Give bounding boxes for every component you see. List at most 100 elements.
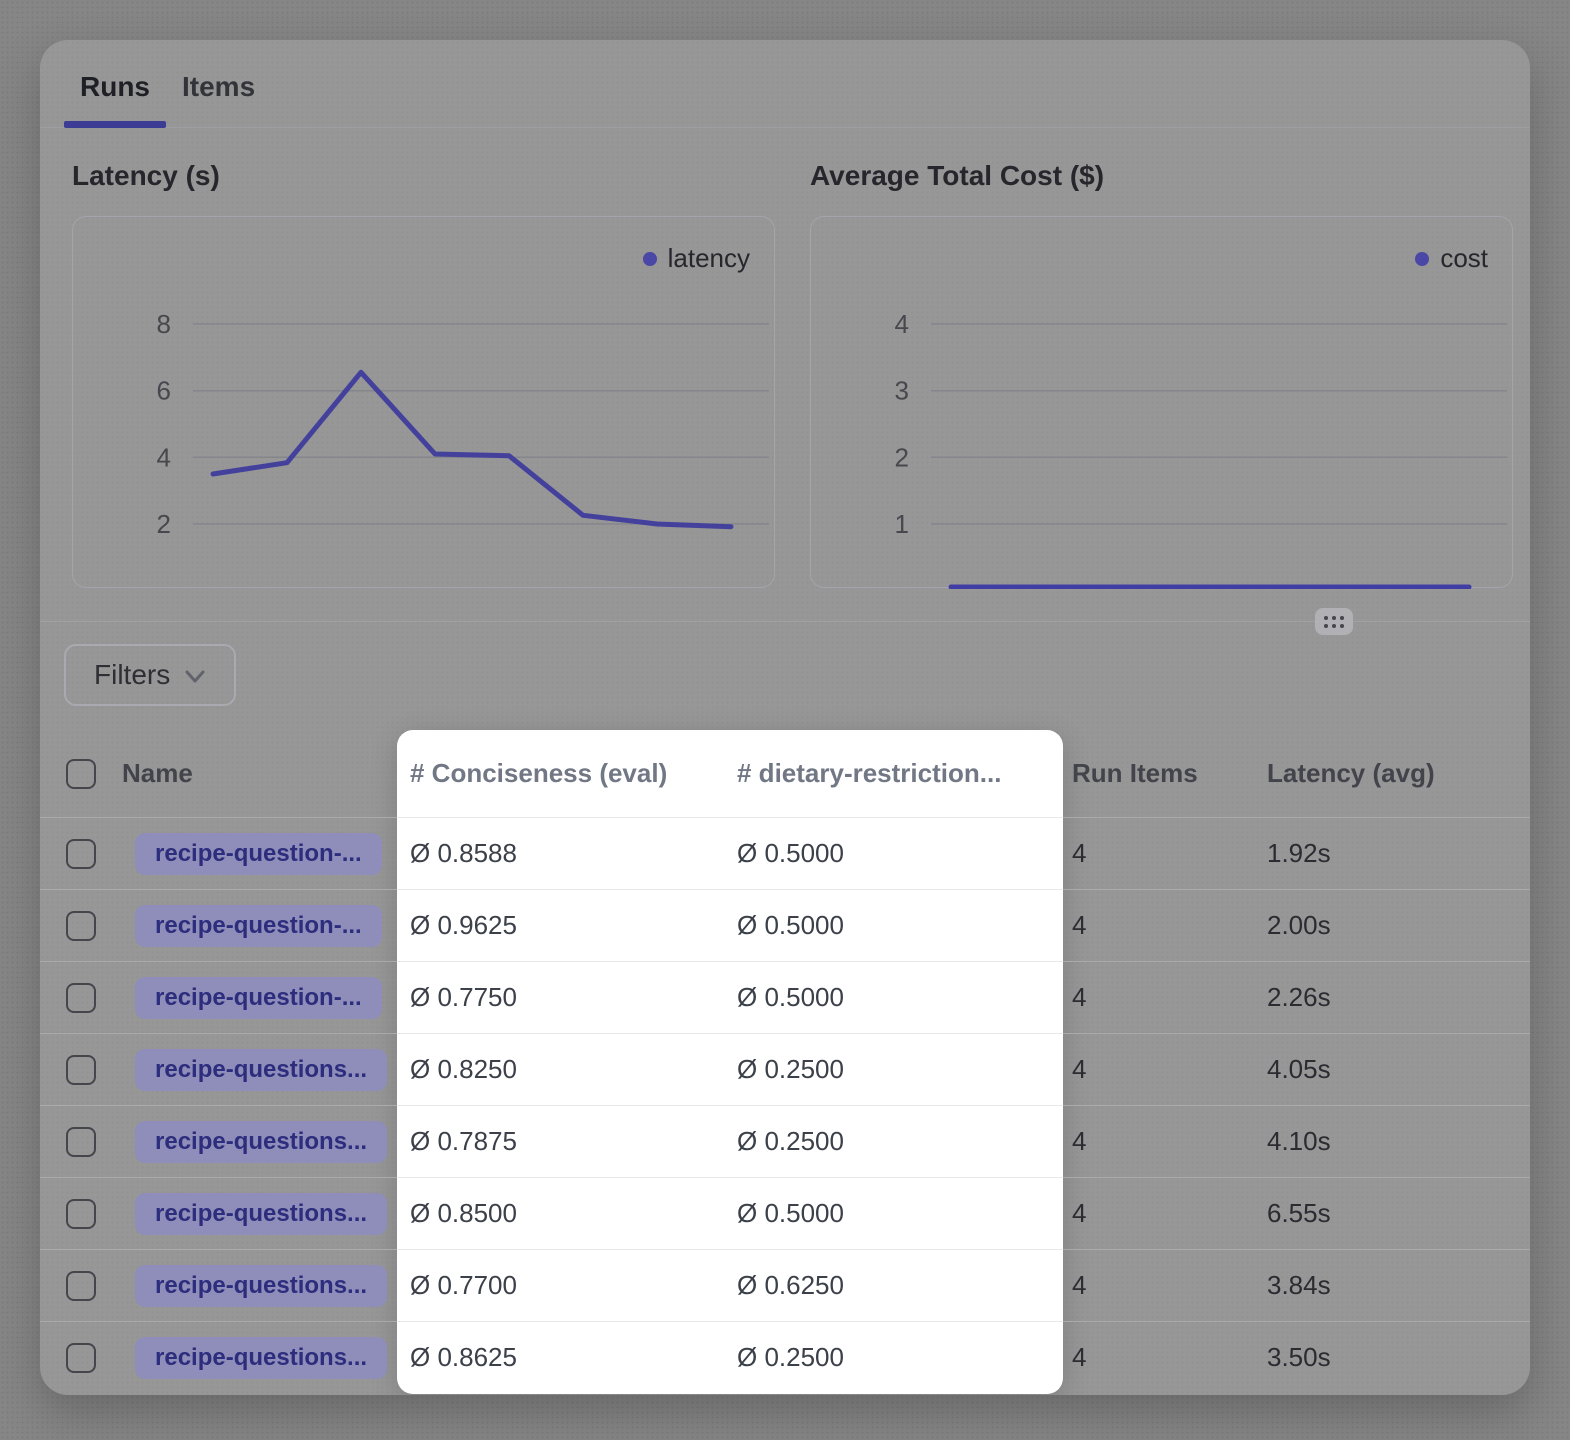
tab-items-label: Items <box>182 71 255 102</box>
svg-text:4: 4 <box>157 442 171 472</box>
row-checkbox[interactable] <box>66 983 96 1013</box>
cost-chart: 4 3 2 1 cost <box>810 216 1513 588</box>
dietary-restriction-value: Ø 0.5000 <box>731 962 1063 1034</box>
dietary-restriction-value: Ø 0.2500 <box>731 1322 1063 1394</box>
latency-avg-value: 1.92s <box>1260 818 1530 890</box>
runs-table: Name # Conciseness (eval) # dietary-rest… <box>40 730 1530 1394</box>
filters-section: Filters <box>40 621 1530 730</box>
svg-text:3: 3 <box>895 376 909 406</box>
header-conciseness: # Conciseness (eval) <box>397 730 731 818</box>
run-items-value: 4 <box>1063 1178 1260 1250</box>
row-checkbox[interactable] <box>66 1271 96 1301</box>
table-row[interactable]: recipe-question-... Ø 0.9625 Ø 0.5000 4 … <box>40 890 1530 962</box>
run-name-badge[interactable]: recipe-questions... <box>135 1265 387 1307</box>
tab-items[interactable]: Items <box>166 71 271 127</box>
latency-chart: 8 6 4 2 latency <box>72 216 775 588</box>
row-checkbox[interactable] <box>66 1343 96 1373</box>
cost-line-chart: 4 3 2 1 <box>811 217 1514 589</box>
table-row[interactable]: recipe-question-... Ø 0.8588 Ø 0.5000 4 … <box>40 818 1530 890</box>
header-name: Name <box>122 730 397 818</box>
latency-avg-value: 3.84s <box>1260 1250 1530 1322</box>
run-items-value: 4 <box>1063 1322 1260 1394</box>
tab-runs[interactable]: Runs <box>64 71 166 127</box>
header-dietary-restriction: # dietary-restriction... <box>731 730 1063 818</box>
table-row[interactable]: recipe-questions... Ø 0.7875 Ø 0.2500 4 … <box>40 1106 1530 1178</box>
run-name-badge[interactable]: recipe-question-... <box>135 977 382 1019</box>
cost-legend: cost <box>1415 243 1488 274</box>
latency-chart-title: Latency (s) <box>72 160 775 192</box>
conciseness-value: Ø 0.8500 <box>397 1178 731 1250</box>
svg-text:1: 1 <box>895 509 909 539</box>
tab-runs-label: Runs <box>80 71 150 102</box>
dietary-restriction-value: Ø 0.5000 <box>731 818 1063 890</box>
run-items-value: 4 <box>1063 1034 1260 1106</box>
cost-legend-dot-icon <box>1415 252 1429 266</box>
filters-button-label: Filters <box>94 659 170 691</box>
header-checkbox-cell <box>40 730 122 818</box>
latency-avg-value: 2.26s <box>1260 962 1530 1034</box>
run-items-value: 4 <box>1063 1250 1260 1322</box>
table-row[interactable]: recipe-questions... Ø 0.7700 Ø 0.6250 4 … <box>40 1250 1530 1322</box>
svg-text:8: 8 <box>157 309 171 339</box>
latency-legend-label: latency <box>668 243 750 274</box>
run-items-value: 4 <box>1063 818 1260 890</box>
header-run-items: Run Items <box>1063 730 1260 818</box>
table-row[interactable]: recipe-questions... Ø 0.8250 Ø 0.2500 4 … <box>40 1034 1530 1106</box>
active-tab-underline <box>64 121 166 128</box>
dietary-restriction-value: Ø 0.6250 <box>731 1250 1063 1322</box>
run-items-value: 4 <box>1063 962 1260 1034</box>
tabs-bar: Runs Items <box>40 40 1530 128</box>
run-items-value: 4 <box>1063 1106 1260 1178</box>
svg-text:2: 2 <box>157 509 171 539</box>
dietary-restriction-value: Ø 0.2500 <box>731 1034 1063 1106</box>
header-latency-avg: Latency (avg) <box>1260 730 1530 818</box>
dietary-restriction-value: Ø 0.5000 <box>731 890 1063 962</box>
run-name-badge[interactable]: recipe-questions... <box>135 1121 387 1163</box>
latency-avg-value: 3.50s <box>1260 1322 1530 1394</box>
table-row[interactable]: recipe-question-... Ø 0.7750 Ø 0.5000 4 … <box>40 962 1530 1034</box>
dietary-restriction-value: Ø 0.2500 <box>731 1106 1063 1178</box>
run-items-value: 4 <box>1063 890 1260 962</box>
svg-text:4: 4 <box>895 309 909 339</box>
latency-legend: latency <box>643 243 750 274</box>
chevron-down-icon <box>184 669 206 685</box>
cost-chart-title: Average Total Cost ($) <box>810 160 1513 192</box>
cost-chart-block: Average Total Cost ($) 4 3 2 1 cost <box>810 128 1513 621</box>
row-checkbox[interactable] <box>66 1055 96 1085</box>
row-checkbox[interactable] <box>66 1127 96 1157</box>
conciseness-value: Ø 0.7875 <box>397 1106 731 1178</box>
latency-chart-block: Latency (s) 8 6 4 2 latency <box>72 128 775 621</box>
run-name-badge[interactable]: recipe-questions... <box>135 1193 387 1235</box>
dietary-restriction-value: Ø 0.5000 <box>731 1178 1063 1250</box>
drag-handle-icon[interactable] <box>1315 608 1353 635</box>
conciseness-value: Ø 0.7700 <box>397 1250 731 1322</box>
row-checkbox[interactable] <box>66 839 96 869</box>
runs-panel-card: Runs Items Latency (s) 8 6 4 2 latency Aver… <box>40 40 1530 1395</box>
select-all-checkbox[interactable] <box>66 759 96 789</box>
run-name-badge[interactable]: recipe-question-... <box>135 833 382 875</box>
run-name-badge[interactable]: recipe-question-... <box>135 905 382 947</box>
row-checkbox[interactable] <box>66 1199 96 1229</box>
table-body: recipe-question-... Ø 0.8588 Ø 0.5000 4 … <box>40 818 1530 1394</box>
latency-avg-value: 6.55s <box>1260 1178 1530 1250</box>
latency-avg-value: 4.10s <box>1260 1106 1530 1178</box>
svg-text:6: 6 <box>157 376 171 406</box>
row-checkbox[interactable] <box>66 911 96 941</box>
table-row[interactable]: recipe-questions... Ø 0.8500 Ø 0.5000 4 … <box>40 1178 1530 1250</box>
conciseness-value: Ø 0.8625 <box>397 1322 731 1394</box>
table-header: Name # Conciseness (eval) # dietary-rest… <box>40 730 1530 818</box>
charts-row: Latency (s) 8 6 4 2 latency Average Total C… <box>40 128 1530 621</box>
conciseness-value: Ø 0.8250 <box>397 1034 731 1106</box>
run-name-badge[interactable]: recipe-questions... <box>135 1337 387 1379</box>
conciseness-value: Ø 0.7750 <box>397 962 731 1034</box>
table-row[interactable]: recipe-questions... Ø 0.8625 Ø 0.2500 4 … <box>40 1322 1530 1394</box>
run-name-badge[interactable]: recipe-questions... <box>135 1049 387 1091</box>
conciseness-value: Ø 0.8588 <box>397 818 731 890</box>
latency-legend-dot-icon <box>643 252 657 266</box>
cost-legend-label: cost <box>1440 243 1488 274</box>
latency-avg-value: 4.05s <box>1260 1034 1530 1106</box>
conciseness-value: Ø 0.9625 <box>397 890 731 962</box>
svg-text:2: 2 <box>895 442 909 472</box>
latency-avg-value: 2.00s <box>1260 890 1530 962</box>
filters-button[interactable]: Filters <box>64 644 236 706</box>
